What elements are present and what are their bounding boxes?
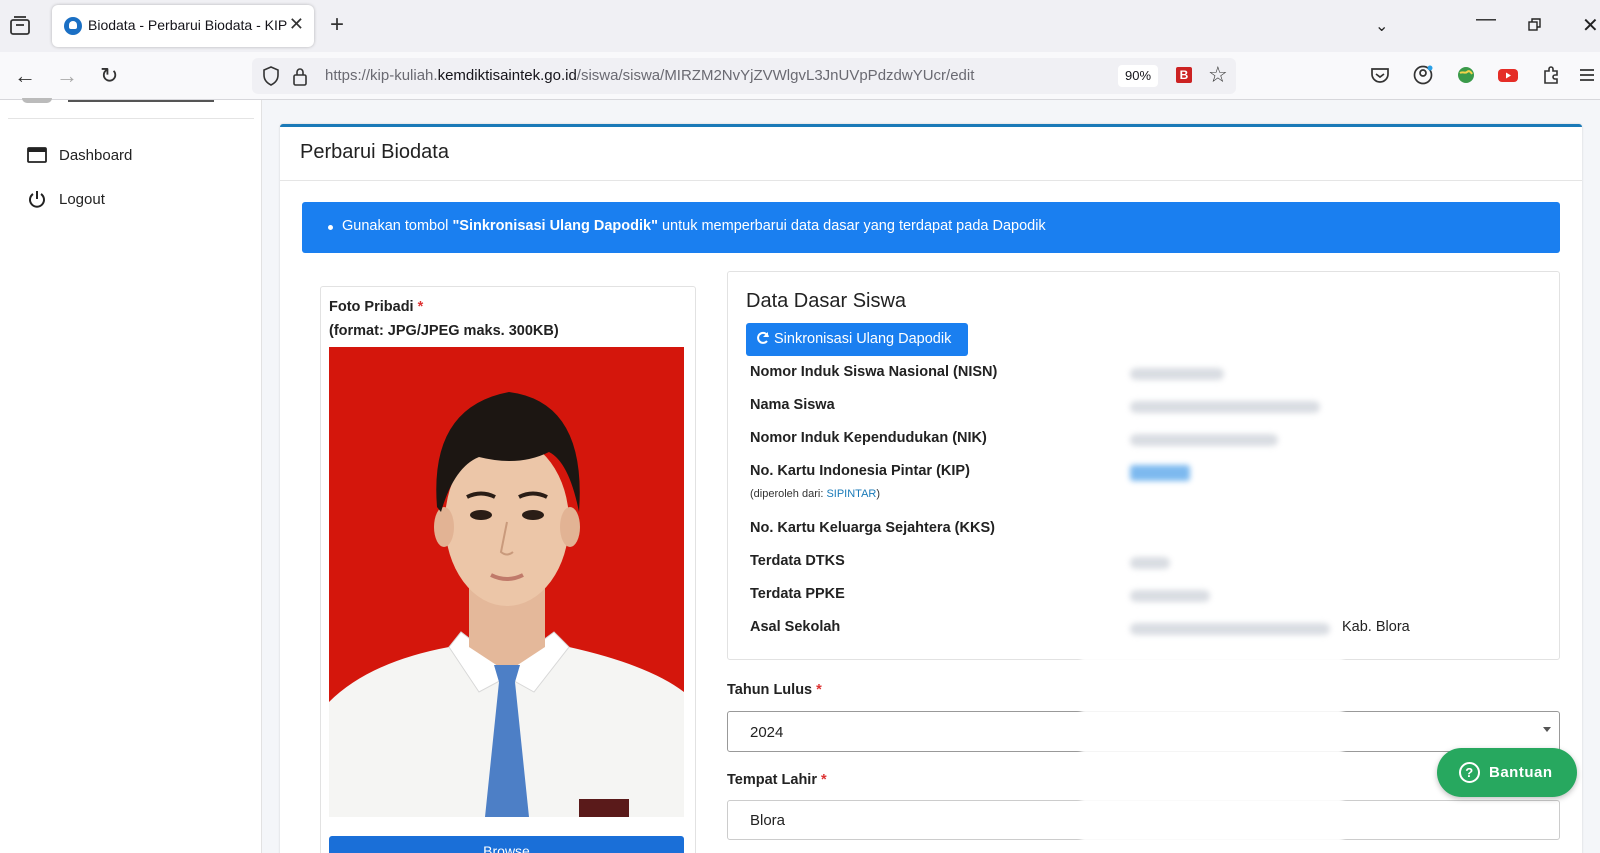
info-alert: Gunakan tombol "Sinkronisasi Ulang Dapod… [302, 202, 1560, 253]
reload-icon[interactable]: ↻ [100, 63, 118, 89]
forward-icon[interactable]: → [56, 63, 78, 89]
ppke-value-redacted [1130, 590, 1210, 602]
privacy-blur-overlay [1081, 655, 1343, 853]
window-icon [27, 147, 47, 163]
asal-sekolah-label: Asal Sekolah [750, 619, 841, 635]
nik-label: Nomor Induk Kependudukan (NIK) [750, 430, 987, 446]
nisn-value-redacted [1130, 368, 1224, 380]
window-close-icon[interactable]: ✕ [1582, 13, 1599, 38]
ppke-label: Terdata PPKE [750, 586, 845, 602]
browser-nav-bar: ← → ↻ https://kip-kuliah.kemdiktisaintek… [0, 52, 1600, 100]
sidebar-item-logout[interactable]: Logout [27, 187, 105, 211]
bookmark-star-icon[interactable]: ☆ [1208, 62, 1228, 88]
globe-extension-icon[interactable] [1455, 64, 1477, 86]
chevron-down-icon [1543, 727, 1551, 732]
kip-label: No. Kartu Indonesia Pintar (KIP) [750, 463, 970, 479]
account-icon[interactable] [1412, 64, 1434, 86]
url-text[interactable]: https://kip-kuliah.kemdiktisaintek.go.id… [325, 67, 974, 84]
help-button[interactable]: ? Bantuan [1437, 748, 1577, 797]
sidebar-user-underline [68, 100, 214, 102]
site-favicon-icon [64, 17, 82, 35]
sidebar-item-dashboard[interactable]: Dashboard [27, 143, 132, 167]
bookmark-ext-icon[interactable]: B [1176, 67, 1192, 83]
list-all-tabs-icon[interactable]: ⌄ [1375, 16, 1388, 36]
alert-text: Gunakan tombol "Sinkronisasi Ulang Dapod… [342, 218, 1046, 234]
sekolah-value-redacted [1130, 623, 1330, 635]
asal-sekolah-value: Kab. Blora [1342, 619, 1410, 635]
browse-photo-button[interactable]: Browse [329, 836, 684, 853]
page-title: Perbarui Biodata [300, 141, 449, 163]
sidebar: Dashboard Logout [0, 98, 262, 853]
data-dasar-panel: Data Dasar Siswa Sinkronisasi Ulang Dapo… [727, 271, 1560, 660]
alert-bullet [328, 225, 333, 230]
sidebar-item-label: Logout [59, 190, 105, 208]
nisn-label: Nomor Induk Siswa Nasional (NISN) [750, 364, 998, 380]
extensions-puzzle-icon[interactable] [1540, 64, 1562, 86]
sidebar-divider [8, 118, 254, 119]
youtube-extension-icon[interactable] [1497, 64, 1519, 86]
sidebar-item-label: Dashboard [59, 146, 133, 164]
kks-label: No. Kartu Keluarga Sejahtera (KKS) [750, 520, 995, 536]
minimize-icon[interactable]: — [1476, 8, 1496, 31]
user-avatar [22, 98, 52, 103]
question-icon: ? [1459, 762, 1480, 783]
nama-value-redacted [1130, 401, 1320, 413]
zoom-level[interactable]: 90% [1118, 65, 1158, 87]
browser-tab[interactable]: Biodata - Perbarui Biodata - KIP ✕ [52, 5, 314, 47]
tab-title: Biodata - Perbarui Biodata - KIP [88, 17, 288, 33]
kip-source-note: (diperoleh dari: SIPINTAR) [750, 488, 881, 500]
photo-label: Foto Pribadi * (format: JPG/JPEG maks. 3… [329, 299, 559, 339]
menu-hamburger-icon[interactable] [1578, 64, 1596, 86]
pocket-icon[interactable] [1369, 64, 1391, 86]
url-bar[interactable]: https://kip-kuliah.kemdiktisaintek.go.id… [252, 58, 1236, 94]
tahun-lulus-value: 2024 [750, 724, 784, 741]
card-header-divider [280, 180, 1582, 181]
nik-value-redacted [1130, 434, 1278, 446]
tab-list-icon[interactable] [8, 14, 32, 38]
back-icon[interactable]: ← [14, 63, 36, 89]
tempat-lahir-value: Blora [750, 812, 786, 829]
sync-dapodik-button[interactable]: Sinkronisasi Ulang Dapodik [746, 323, 968, 356]
sipintar-link[interactable]: SIPINTAR [826, 488, 876, 500]
dtks-value-redacted [1130, 557, 1170, 569]
lock-icon[interactable] [292, 66, 308, 86]
tempat-lahir-label: Tempat Lahir * [727, 772, 827, 788]
tracking-shield-icon[interactable] [262, 66, 280, 86]
kip-value-redacted [1130, 465, 1190, 481]
data-dasar-title: Data Dasar Siswa [746, 290, 907, 312]
dtks-label: Terdata DTKS [750, 553, 845, 569]
refresh-icon [757, 331, 769, 344]
photo-panel: Foto Pribadi * (format: JPG/JPEG maks. 3… [320, 286, 696, 853]
restore-icon[interactable] [1528, 18, 1542, 32]
power-icon [29, 191, 45, 208]
student-photo [329, 347, 684, 817]
tahun-lulus-label: Tahun Lulus * [727, 682, 822, 698]
tab-close-icon[interactable]: ✕ [289, 14, 304, 35]
browser-tab-bar: Biodata - Perbarui Biodata - KIP ✕ + ⌄ —… [0, 0, 1600, 52]
nama-label: Nama Siswa [750, 397, 835, 413]
new-tab-icon[interactable]: + [330, 11, 344, 39]
